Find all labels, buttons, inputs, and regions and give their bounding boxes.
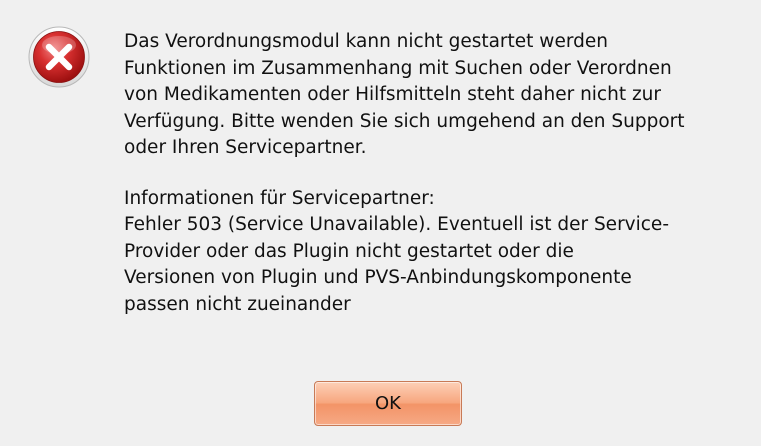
message-line: Das Verordnungsmodul kann nicht gestarte… [124, 31, 608, 52]
message-line: Verfügung. Bitte wenden Sie sich umgehen… [124, 110, 685, 132]
info-line: Fehler 503 (Service Unavailable). Eventu… [124, 214, 669, 235]
info-line: Provider oder das Plugin nicht gestartet… [124, 240, 574, 262]
ok-button[interactable]: OK [314, 381, 462, 426]
info-line: passen nicht zueinander [124, 293, 351, 315]
error-icon [28, 26, 90, 88]
error-dialog: Das Verordnungsmodul kann nicht gestarte… [0, 0, 761, 446]
info-heading: Informationen für Servicepartner: [124, 187, 435, 209]
error-message: Das Verordnungsmodul kann nicht gestarte… [124, 29, 761, 318]
message-line: Funktionen im Zusammenhang mit Suchen od… [124, 57, 672, 79]
message-line: von Medikamenten oder Hilfsmitteln steht… [124, 84, 662, 105]
info-line: Versionen von Plugin und PVS-Anbindungsk… [124, 267, 632, 288]
message-line: oder Ihren Servicepartner. [124, 137, 367, 158]
